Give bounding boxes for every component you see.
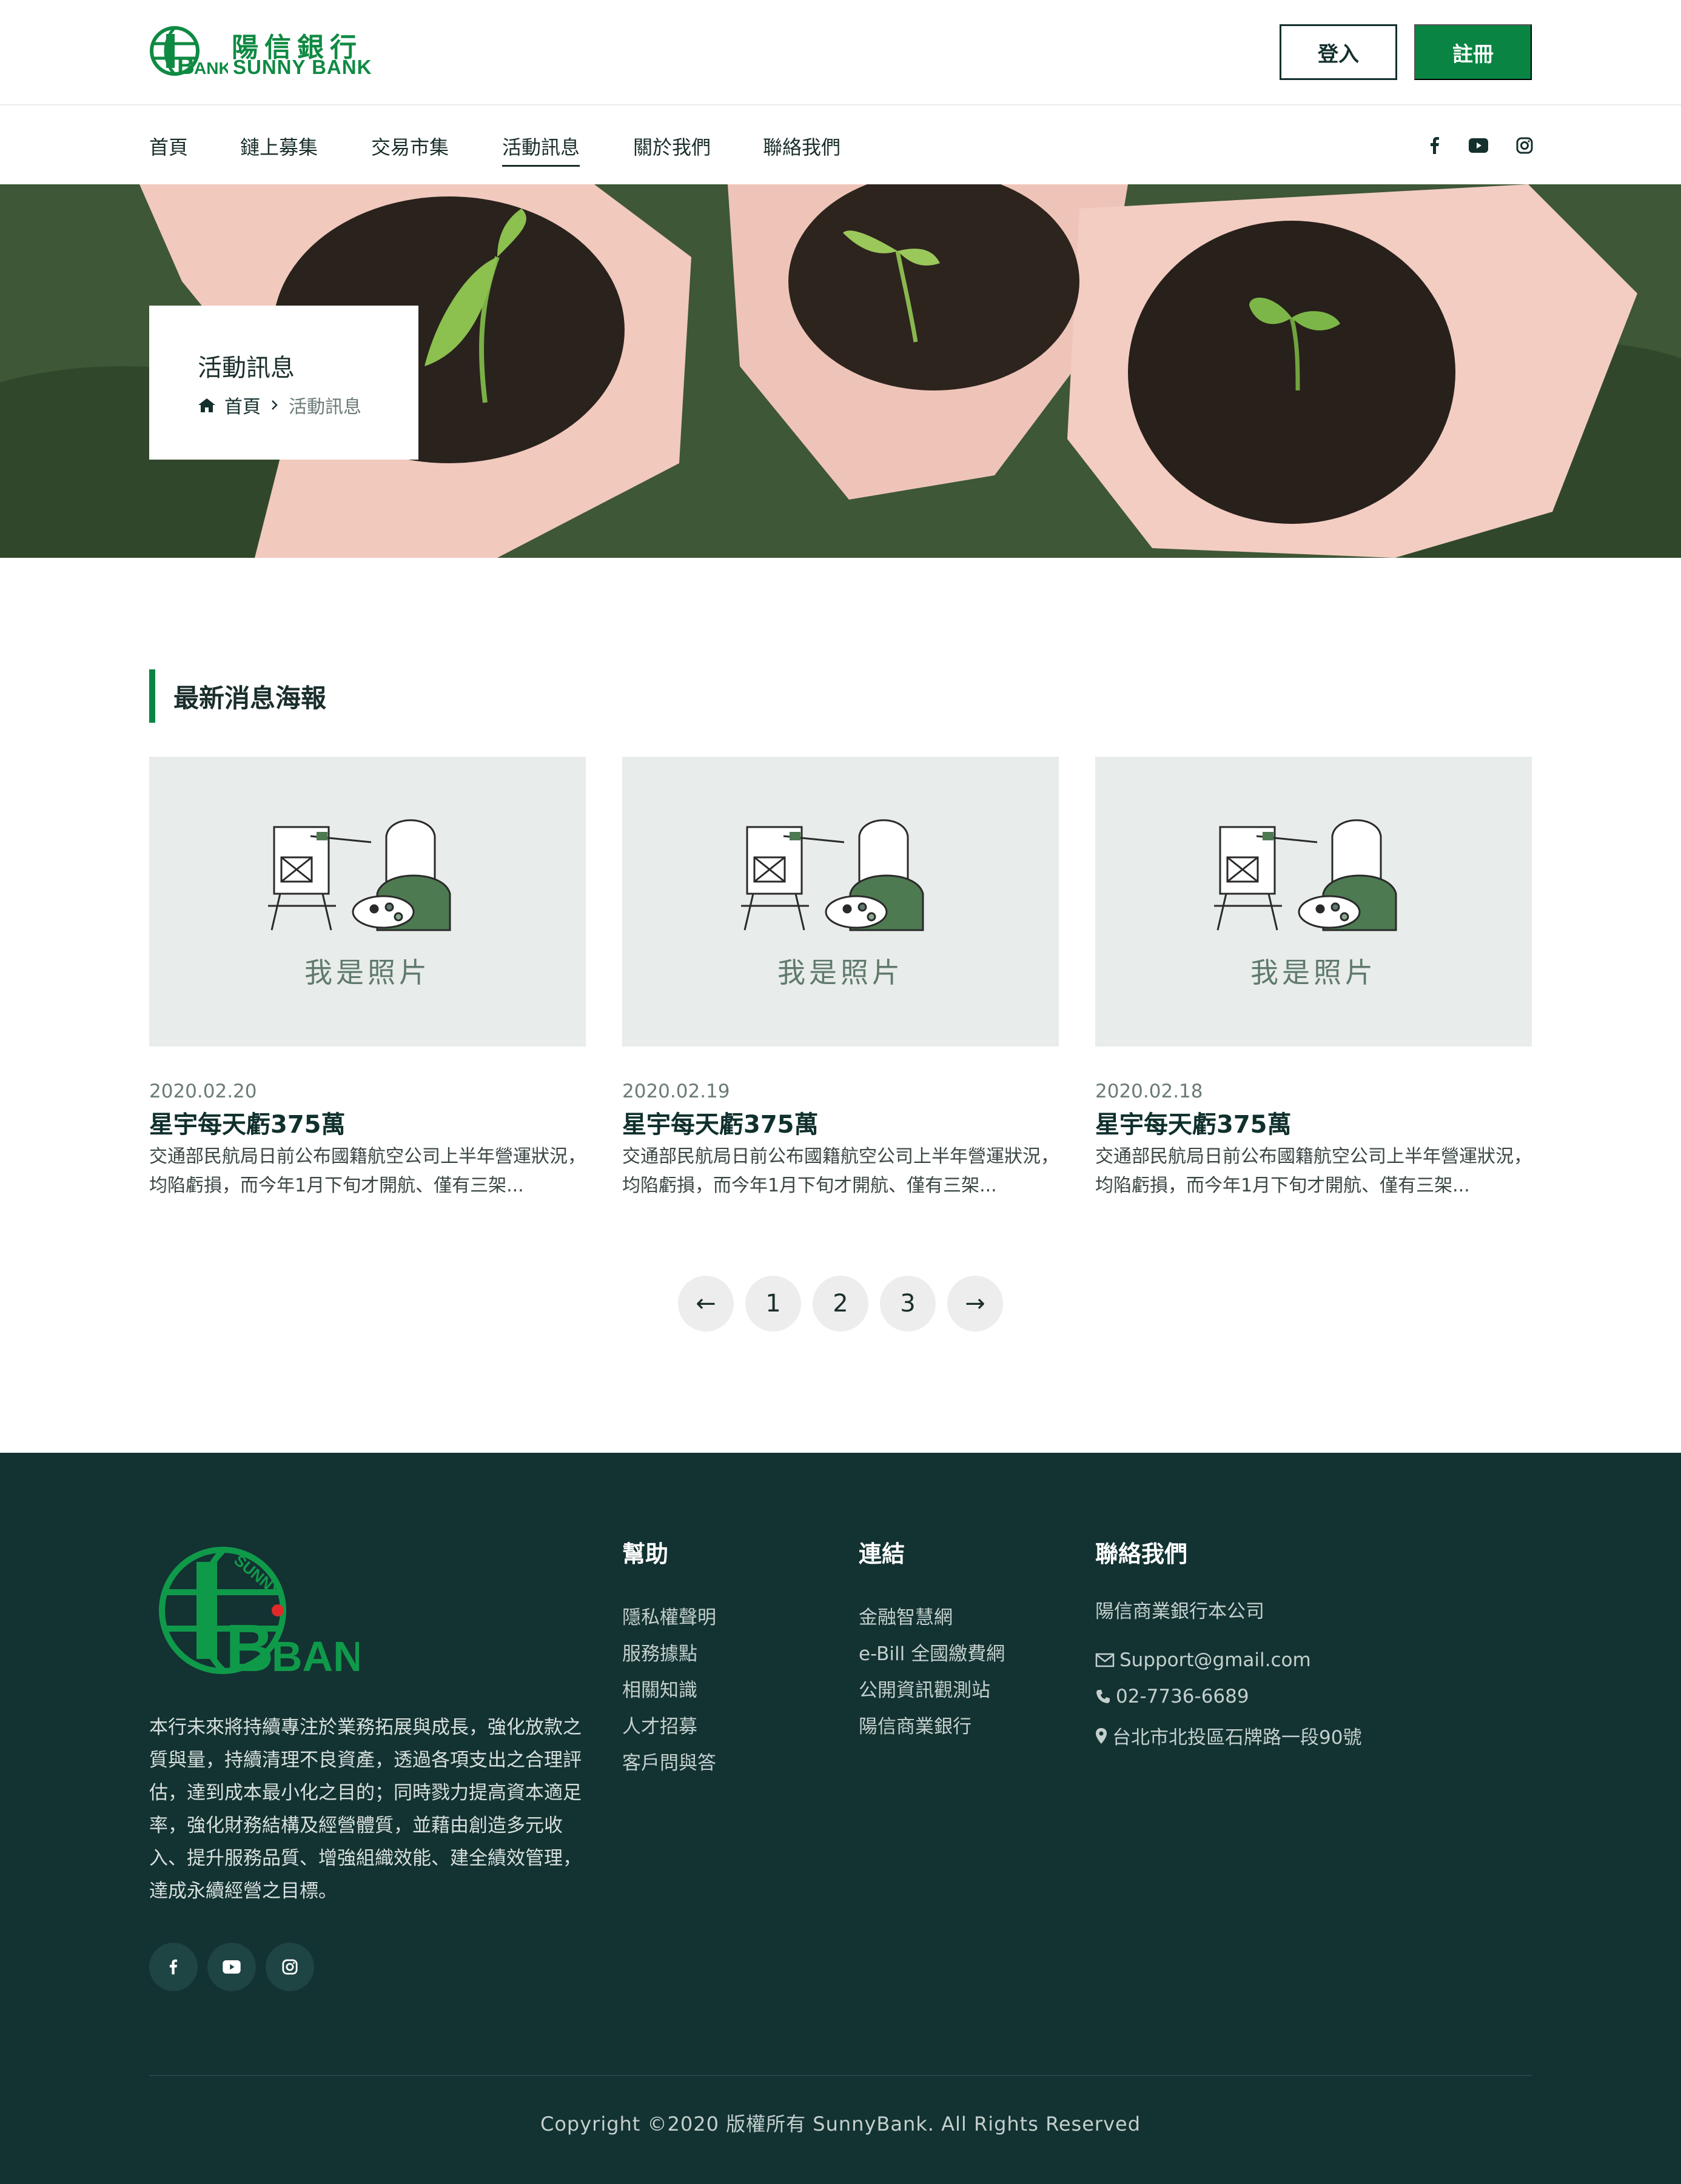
footer-link-careers[interactable]: 人才招募 (622, 1711, 697, 1738)
card-title[interactable]: 星宇每天虧375萬 (1095, 1105, 1292, 1140)
nav-item-events[interactable]: 活動訊息 (502, 132, 580, 167)
footer-contact-heading: 聯絡我們 (1095, 1541, 1188, 1567)
logo-english-text: SUNNY BANK (233, 56, 372, 78)
breadcrumb-current: 活動訊息 (289, 397, 361, 418)
phone-icon (1096, 1690, 1110, 1703)
pagination-page-2[interactable]: 2 (813, 1276, 868, 1332)
nav-item-contact[interactable]: 聯絡我們 (763, 132, 840, 165)
breadcrumb: 首頁 活動訊息 (198, 392, 361, 418)
painter-illustration-icon (741, 819, 924, 931)
footer-help-heading: 幫助 (622, 1541, 669, 1567)
site-footer: B BANK SUNNY 本行未來將持續專注於業務拓展與成長，強化放款之質與量，… (0, 1453, 1681, 2184)
card-image-placeholder[interactable]: 我是照片 (149, 757, 586, 1047)
instagram-icon[interactable] (1512, 133, 1537, 158)
footer-logo-bank-text: BANK (272, 1633, 359, 1680)
page-title: 活動訊息 (198, 354, 295, 382)
painter-illustration-icon (1214, 819, 1397, 931)
breadcrumb-card: 活動訊息 首頁 活動訊息 (149, 306, 418, 460)
chevron-right-icon (272, 400, 278, 410)
nav-item-market[interactable]: 交易市集 (371, 132, 449, 165)
pagination-next-button[interactable]: → (947, 1276, 1003, 1332)
pagination-page-1[interactable]: 1 (745, 1276, 801, 1332)
site-header: B ANK 陽信銀行 SUNNY BANK 登入 註冊 (0, 0, 1681, 106)
footer-link-finance-web[interactable]: 金融智慧網 (859, 1602, 953, 1629)
footer-company-name: 陽信商業銀行本公司 (1095, 1601, 1264, 1623)
card-date: 2020.02.18 (1095, 1080, 1203, 1102)
svg-text:ANK: ANK (194, 59, 228, 78)
card-description: 交通部民航局日前公布國籍航空公司上半年營運狀況，均陷虧損，而今年1月下旬才開航、… (1095, 1146, 1532, 1196)
footer-email-row: Support@gmail.com (1095, 1649, 1311, 1671)
svg-text:B: B (177, 53, 195, 79)
pagination-prev-button[interactable]: ← (678, 1276, 734, 1332)
breadcrumb-home-link[interactable]: 首頁 (224, 392, 261, 418)
footer-link-faq[interactable]: 客戶問與答 (622, 1747, 716, 1775)
youtube-icon[interactable] (1466, 133, 1491, 158)
card-date: 2020.02.20 (149, 1080, 257, 1102)
footer-address: 台北市北投區石牌路一段90號 (1112, 1727, 1362, 1749)
footer-link-mops[interactable]: 公開資訊觀測站 (859, 1675, 990, 1702)
card-title[interactable]: 星宇每天虧375萬 (149, 1105, 346, 1140)
envelope-icon (1095, 1653, 1115, 1667)
painter-illustration-icon (268, 819, 451, 931)
footer-address-row: 台北市北投區石牌路一段90號 (1095, 1722, 1361, 1749)
card-description: 交通部民航局日前公布國籍航空公司上半年營運狀況，均陷虧損，而今年1月下旬才開航、… (149, 1146, 586, 1196)
footer-divider (149, 2075, 1532, 2076)
footer-copyright: Copyright ©2020 版權所有 SunnyBank. All Righ… (540, 2112, 1141, 2135)
footer-phone-row: 02-7736-6689 (1095, 1686, 1249, 1707)
footer-links-heading: 連結 (859, 1541, 905, 1567)
card-image-placeholder[interactable]: 我是照片 (1095, 757, 1532, 1047)
nav-item-home[interactable]: 首頁 (149, 132, 188, 165)
home-icon (198, 398, 215, 412)
youtube-icon[interactable] (207, 1943, 256, 1991)
card-description: 交通部民航局日前公布國籍航空公司上半年營運狀況，均陷虧損，而今年1月下旬才開航、… (622, 1146, 1059, 1196)
section-title-accent (149, 669, 155, 723)
bank-logo[interactable]: B ANK 陽信銀行 SUNNY BANK (149, 22, 371, 82)
card-title[interactable]: 星宇每天虧375萬 (622, 1105, 819, 1140)
main-nav: 首頁 鏈上募集 交易市集 活動訊息 關於我們 聯絡我們 (0, 107, 1681, 184)
footer-email-link[interactable]: Support@gmail.com (1119, 1649, 1311, 1671)
nav-item-about[interactable]: 關於我們 (633, 132, 711, 165)
instagram-icon[interactable] (266, 1943, 314, 1991)
footer-about-text: 本行未來將持續專注於業務拓展與成長，強化放款之質與量，持續清理不良資產，透過各項… (149, 1717, 582, 1902)
svg-text:B: B (226, 1611, 273, 1684)
section-title: 最新消息海報 (173, 683, 327, 713)
footer-bank-logo[interactable]: B BANK SUNNY (159, 1544, 359, 1684)
footer-link-locations[interactable]: 服務據點 (622, 1638, 697, 1666)
card-image-label: 我是照片 (1250, 956, 1377, 989)
hero-banner: 活動訊息 首頁 活動訊息 (0, 184, 1681, 558)
login-button[interactable]: 登入 (1280, 24, 1397, 80)
globe-logo-icon: B ANK (150, 26, 228, 79)
facebook-icon[interactable] (1423, 133, 1447, 158)
pagination-page-3[interactable]: 3 (880, 1276, 936, 1332)
card-image-label: 我是照片 (777, 956, 904, 989)
footer-link-privacy[interactable]: 隱私權聲明 (622, 1602, 716, 1629)
nav-item-chain-funding[interactable]: 鏈上募集 (240, 132, 318, 165)
footer-link-knowledge[interactable]: 相關知識 (622, 1675, 697, 1702)
card-image-label: 我是照片 (304, 956, 431, 989)
register-button[interactable]: 註冊 (1414, 24, 1532, 80)
map-marker-icon (1096, 1727, 1107, 1744)
footer-phone: 02-7736-6689 (1116, 1686, 1249, 1707)
facebook-icon[interactable] (149, 1943, 198, 1991)
footer-link-ebill[interactable]: e-Bill 全國繳費網 (859, 1638, 1005, 1666)
card-date: 2020.02.19 (622, 1080, 730, 1102)
footer-link-sunny-bank[interactable]: 陽信商業銀行 (859, 1711, 971, 1738)
card-image-placeholder[interactable]: 我是照片 (622, 757, 1059, 1047)
